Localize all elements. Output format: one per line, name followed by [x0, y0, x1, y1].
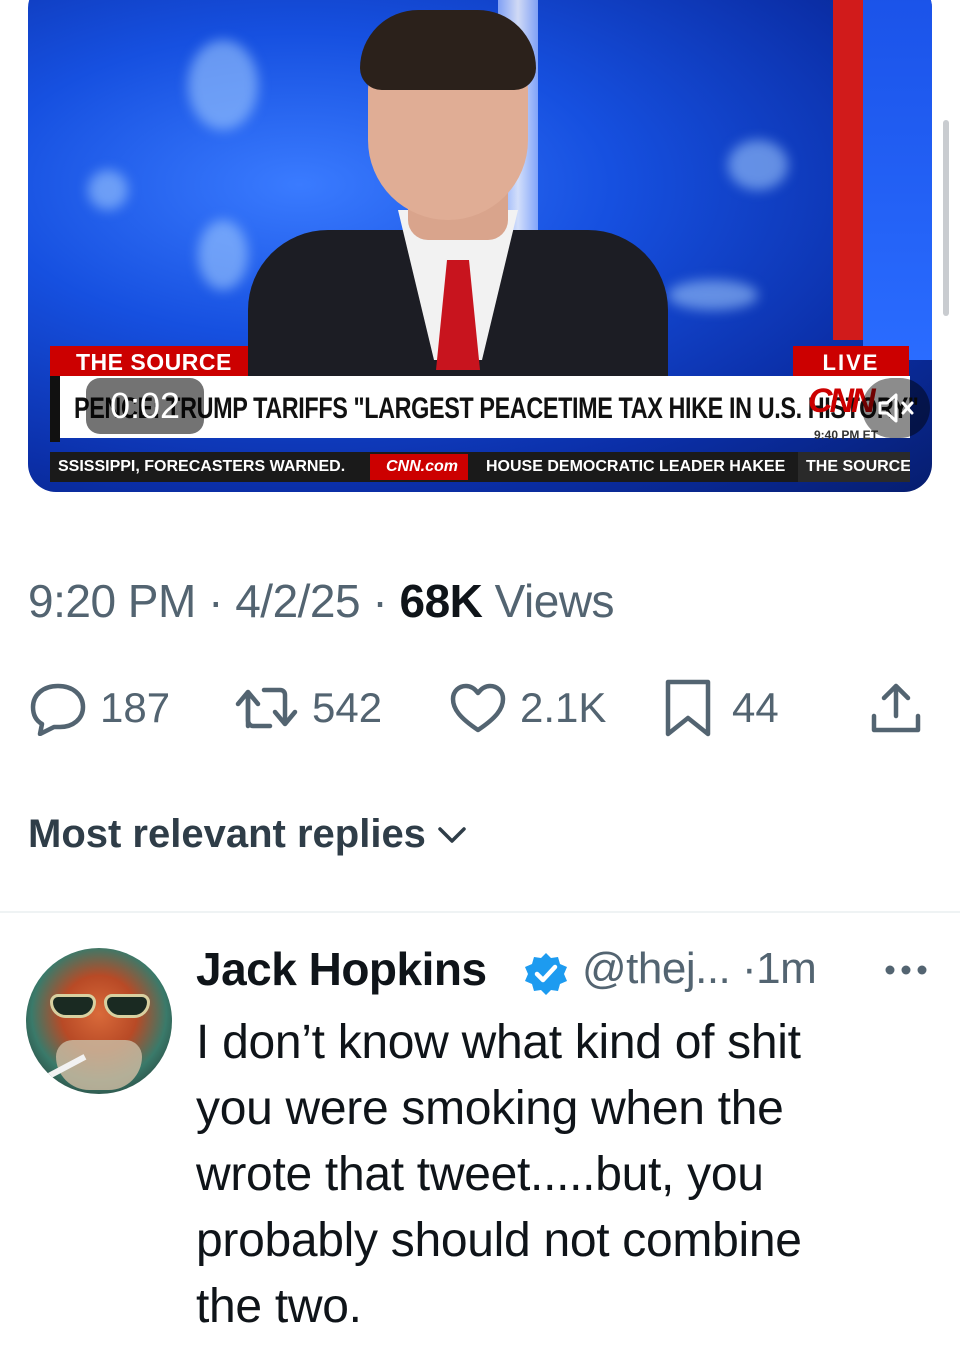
share-icon: [871, 683, 921, 733]
reply-text-line: I don’t know what kind of shit: [196, 1016, 801, 1069]
divider: [0, 911, 960, 913]
bookmark-icon: [665, 679, 711, 737]
reply-button[interactable]: 187: [28, 676, 170, 740]
replies-sort-label: Most relevant replies: [28, 812, 426, 856]
reply-text-line: you were smoking when the: [196, 1082, 784, 1135]
video-player[interactable]: THE SOURCE LIVE PENCE: TRUMP TARIFFS "LA…: [28, 0, 932, 492]
bookmark-count: 44: [732, 684, 779, 731]
reply-age: 1m: [756, 944, 817, 993]
tweet-time: 9:20 PM: [28, 575, 196, 627]
views-count: 68K: [399, 575, 483, 627]
chevron-down-icon: [438, 826, 466, 843]
video-elapsed-time: 0:02: [86, 378, 204, 434]
repost-count: 542: [312, 684, 383, 731]
tweet-action-bar: 187 542 2.1K 44: [28, 676, 928, 740]
tweet-meta: 9:20 PM · 4/2/25 · 68K Views: [28, 574, 615, 628]
scrollbar-thumb[interactable]: [943, 120, 949, 316]
meta-separator: ·: [742, 944, 757, 993]
like-button[interactable]: 2.1K: [448, 676, 606, 740]
avatar[interactable]: [26, 948, 172, 1094]
share-button[interactable]: [868, 676, 924, 740]
like-icon: [450, 683, 506, 733]
network-time: 9:40 PM ET: [814, 428, 879, 442]
repost-button[interactable]: 542: [234, 676, 382, 740]
like-count: 2.1K: [520, 684, 607, 731]
reply-handle[interactable]: @thej...: [582, 944, 731, 993]
reply-count: 187: [100, 684, 171, 731]
ticker-site: CNN.com: [386, 458, 459, 475]
mute-icon: [878, 393, 914, 423]
reply-text: I don’t know what kind of shit you were …: [196, 1010, 916, 1340]
reply-handle-line: @thej... ·1m: [582, 944, 817, 994]
reply-icon: [30, 683, 86, 736]
tweet-date: 4/2/25: [235, 575, 361, 627]
repost-icon: [235, 687, 298, 729]
bookmark-button[interactable]: 44: [662, 676, 779, 740]
meta-separator: ·: [372, 575, 388, 627]
ticker-show-text: THE SOURCE: [806, 458, 910, 475]
reply-author-name[interactable]: Jack Hopkins: [196, 942, 487, 996]
news-anchor-figure: [248, 10, 668, 390]
live-tag: LIVE: [793, 346, 909, 378]
reply-text-line: wrote that tweet.....but, you: [196, 1148, 764, 1201]
replies-sort-dropdown[interactable]: Most relevant replies: [28, 812, 470, 857]
verified-icon: [525, 953, 567, 995]
news-ticker: SSISSIPPI, FORECASTERS WARNED. CNN.com H…: [50, 452, 910, 482]
show-tag: THE SOURCE: [50, 346, 248, 378]
views-label: Views: [494, 575, 615, 627]
ticker-right-text: HOUSE DEMOCRATIC LEADER HAKEE: [486, 458, 786, 475]
reply-text-line: probably should not combine: [196, 1214, 802, 1267]
ticker-left-text: SSISSIPPI, FORECASTERS WARNED.: [58, 458, 346, 475]
meta-separator: ·: [208, 575, 223, 627]
mute-button[interactable]: [862, 378, 930, 438]
more-icon[interactable]: [884, 962, 928, 978]
reply-text-line: the two.: [196, 1280, 362, 1333]
